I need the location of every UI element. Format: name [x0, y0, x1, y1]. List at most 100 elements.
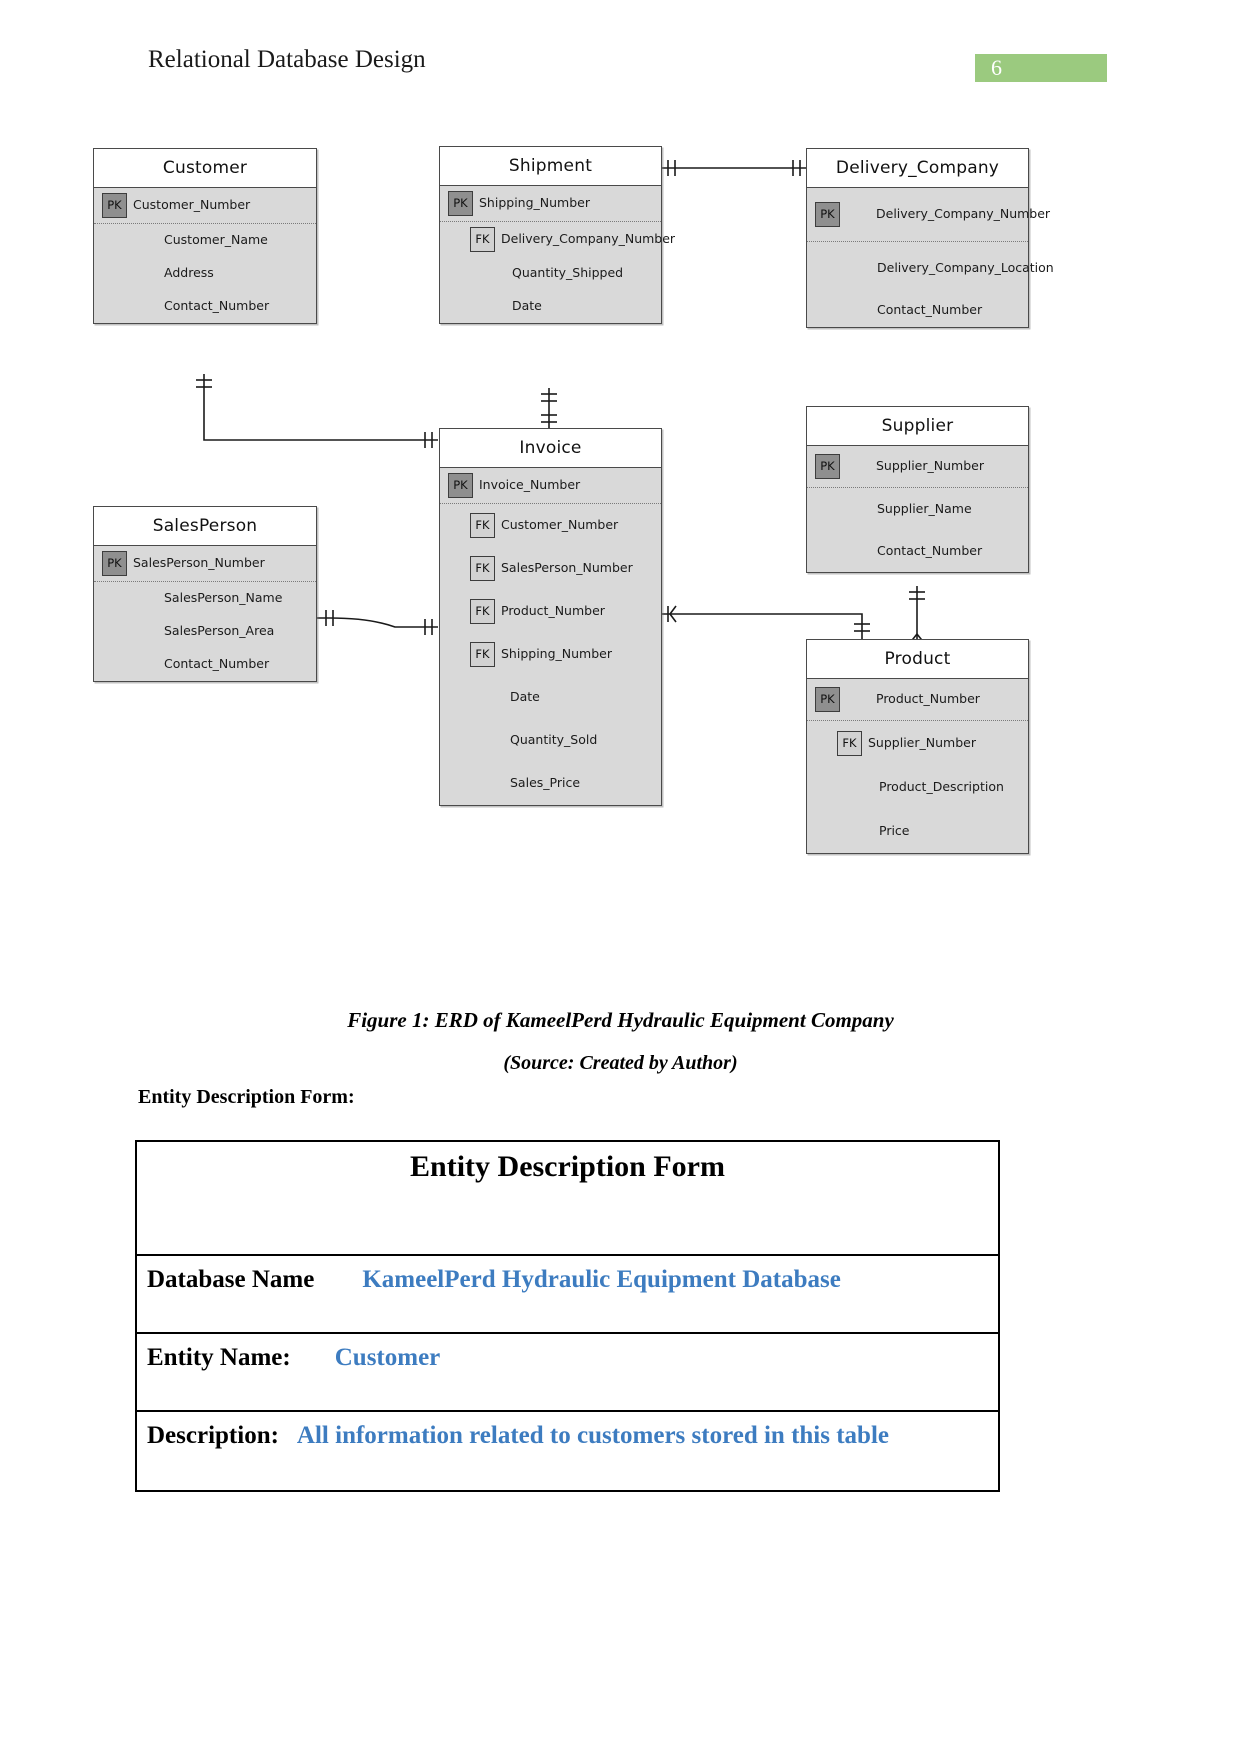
entity-product[interactable]: Product PK Product_Number FK Supplier_Nu…: [806, 639, 1029, 854]
attribute-label: SalesPerson_Name: [164, 590, 283, 606]
attribute-row: Quantity_Sold: [440, 719, 661, 762]
attribute-row: PK Product_Number: [807, 679, 1028, 721]
entity-shipment-body: PK Shipping_Number FK Delivery_Company_N…: [440, 186, 675, 323]
attribute-label: Sales_Price: [510, 775, 581, 791]
attribute-label: Price: [879, 822, 910, 838]
entity-salesperson[interactable]: SalesPerson PK SalesPerson_Number SalesP…: [93, 506, 317, 682]
pk-badge: PK: [448, 191, 473, 216]
attribute-label: Contact_Number: [164, 298, 270, 314]
form-row-description: Description: All information related to …: [137, 1412, 998, 1490]
figure-caption-line1: Figure 1: ERD of KameelPerd Hydraulic Eq…: [347, 1008, 894, 1032]
attribute-row: Price: [807, 809, 1028, 853]
pk-badge: PK: [815, 454, 840, 479]
form-title-row: Entity Description Form: [137, 1142, 998, 1256]
entity-supplier[interactable]: Supplier PK Supplier_Number Supplier_Nam…: [806, 406, 1029, 573]
attribute-row: FK SalesPerson_Number: [440, 547, 661, 590]
attribute-label: SalesPerson_Area: [164, 623, 275, 639]
pk-badge: PK: [448, 473, 473, 498]
fk-badge: FK: [470, 556, 495, 581]
entity-invoice-title: Invoice: [440, 429, 661, 468]
attribute-label: Quantity_Sold: [510, 732, 598, 748]
attribute-label: Supplier_Number: [868, 734, 976, 750]
attribute-label: Customer_Number: [133, 197, 251, 213]
pk-badge: PK: [102, 551, 127, 576]
attribute-label: Address: [164, 265, 214, 281]
attribute-row: FK Product_Number: [440, 590, 661, 633]
fk-badge: FK: [837, 730, 862, 756]
attribute-row: Delivery_Company_Location: [807, 242, 1054, 294]
form-value: All information related to customers sto…: [296, 1422, 889, 1449]
attribute-row: Contact_Number: [807, 294, 1028, 327]
attribute-label: Quantity_Shipped: [512, 265, 624, 281]
entity-shipment[interactable]: Shipment PK Shipping_Number FK Delivery_…: [439, 146, 675, 324]
attribute-label: Customer_Number: [501, 517, 619, 533]
attribute-label: Contact_Number: [877, 302, 983, 318]
attribute-label: Product_Number: [876, 691, 980, 707]
form-label: Entity Name:: [147, 1344, 291, 1371]
fk-badge: FK: [470, 227, 495, 252]
attribute-row: Contact_Number: [94, 648, 316, 681]
figure-caption-line2: (Source: Created by Author): [503, 1052, 738, 1074]
entity-invoice-body: PK Invoice_Number FK Customer_Number FK …: [440, 468, 661, 805]
attribute-label: Customer_Name: [164, 232, 268, 248]
entity-salesperson-body: PK SalesPerson_Number SalesPerson_Name S…: [94, 546, 316, 681]
attribute-row: SalesPerson_Name: [94, 582, 316, 615]
attribute-label: Supplier_Name: [877, 500, 972, 516]
attribute-label: Delivery_Company_Number: [501, 231, 676, 247]
attribute-row: FK Supplier_Number: [807, 721, 1028, 765]
attribute-row: PK Delivery_Company_Number: [807, 188, 1050, 242]
form-value: KameelPerd Hydraulic Equipment Database: [362, 1266, 841, 1293]
attribute-label: Supplier_Number: [876, 458, 984, 474]
attribute-row: PK Customer_Number: [94, 188, 316, 224]
attribute-label: Delivery_Company_Location: [877, 259, 1054, 275]
attribute-row: Address: [94, 257, 316, 290]
attribute-label: Date: [510, 689, 540, 705]
fk-badge: FK: [470, 599, 495, 624]
section-heading: Entity Description Form:: [138, 1086, 355, 1108]
entity-product-body: PK Product_Number FK Supplier_Number Pro…: [807, 679, 1028, 853]
attribute-label: Invoice_Number: [479, 477, 581, 493]
attribute-label: Contact_Number: [164, 656, 270, 672]
attribute-label: Delivery_Company_Number: [876, 206, 1051, 222]
attribute-row: PK Supplier_Number: [807, 446, 1028, 488]
entity-delivery-company[interactable]: Delivery_Company PK Delivery_Company_Num…: [806, 148, 1054, 328]
attribute-label: SalesPerson_Number: [501, 560, 633, 576]
attribute-row: Date: [440, 290, 661, 323]
attribute-row: Supplier_Name: [807, 488, 1028, 530]
entity-customer-title: Customer: [94, 149, 316, 188]
entity-customer[interactable]: Customer PK Customer_Number Customer_Nam…: [93, 148, 317, 324]
attribute-label: Shipping_Number: [501, 646, 612, 662]
attribute-row: SalesPerson_Area: [94, 615, 316, 648]
fk-badge: FK: [470, 642, 495, 667]
attribute-row: Sales_Price: [440, 762, 661, 805]
form-value: Customer: [334, 1344, 441, 1371]
entity-description-form-table: Entity Description Form Database Name Ka…: [135, 1140, 1000, 1492]
entity-invoice[interactable]: Invoice PK Invoice_Number FK Customer_Nu…: [439, 428, 662, 806]
entity-supplier-title: Supplier: [807, 407, 1028, 446]
entity-shipment-title: Shipment: [440, 147, 661, 186]
attribute-row: PK Invoice_Number: [440, 468, 661, 504]
entity-supplier-body: PK Supplier_Number Supplier_Name Contact…: [807, 446, 1028, 572]
attribute-label: Product_Description: [879, 778, 1004, 794]
attribute-row: FK Shipping_Number: [440, 633, 661, 676]
form-row-entity-name: Entity Name: Customer: [137, 1334, 998, 1412]
entity-customer-body: PK Customer_Number Customer_Name Address…: [94, 188, 316, 323]
attribute-row: Product_Description: [807, 765, 1028, 809]
attribute-row: Contact_Number: [94, 290, 316, 323]
entity-delivery-company-body: PK Delivery_Company_Number Delivery_Comp…: [807, 188, 1054, 327]
entity-salesperson-title: SalesPerson: [94, 507, 316, 546]
entity-delivery-company-title: Delivery_Company: [807, 149, 1028, 188]
form-label: Database Name: [147, 1266, 315, 1293]
pk-badge: PK: [815, 687, 840, 712]
attribute-row: Date: [440, 676, 661, 719]
attribute-label: SalesPerson_Number: [133, 555, 265, 571]
attribute-row: FK Delivery_Company_Number: [440, 222, 675, 257]
pk-badge: PK: [815, 202, 840, 227]
form-row-database-name: Database Name KameelPerd Hydraulic Equip…: [137, 1256, 998, 1334]
erd-diagram: Customer PK Customer_Number Customer_Nam…: [0, 0, 1241, 900]
pk-badge: PK: [102, 193, 127, 218]
attribute-row: FK Customer_Number: [440, 504, 661, 547]
attribute-row: Contact_Number: [807, 530, 1028, 572]
attribute-label: Shipping_Number: [479, 195, 590, 211]
form-label: Description:: [147, 1422, 279, 1449]
